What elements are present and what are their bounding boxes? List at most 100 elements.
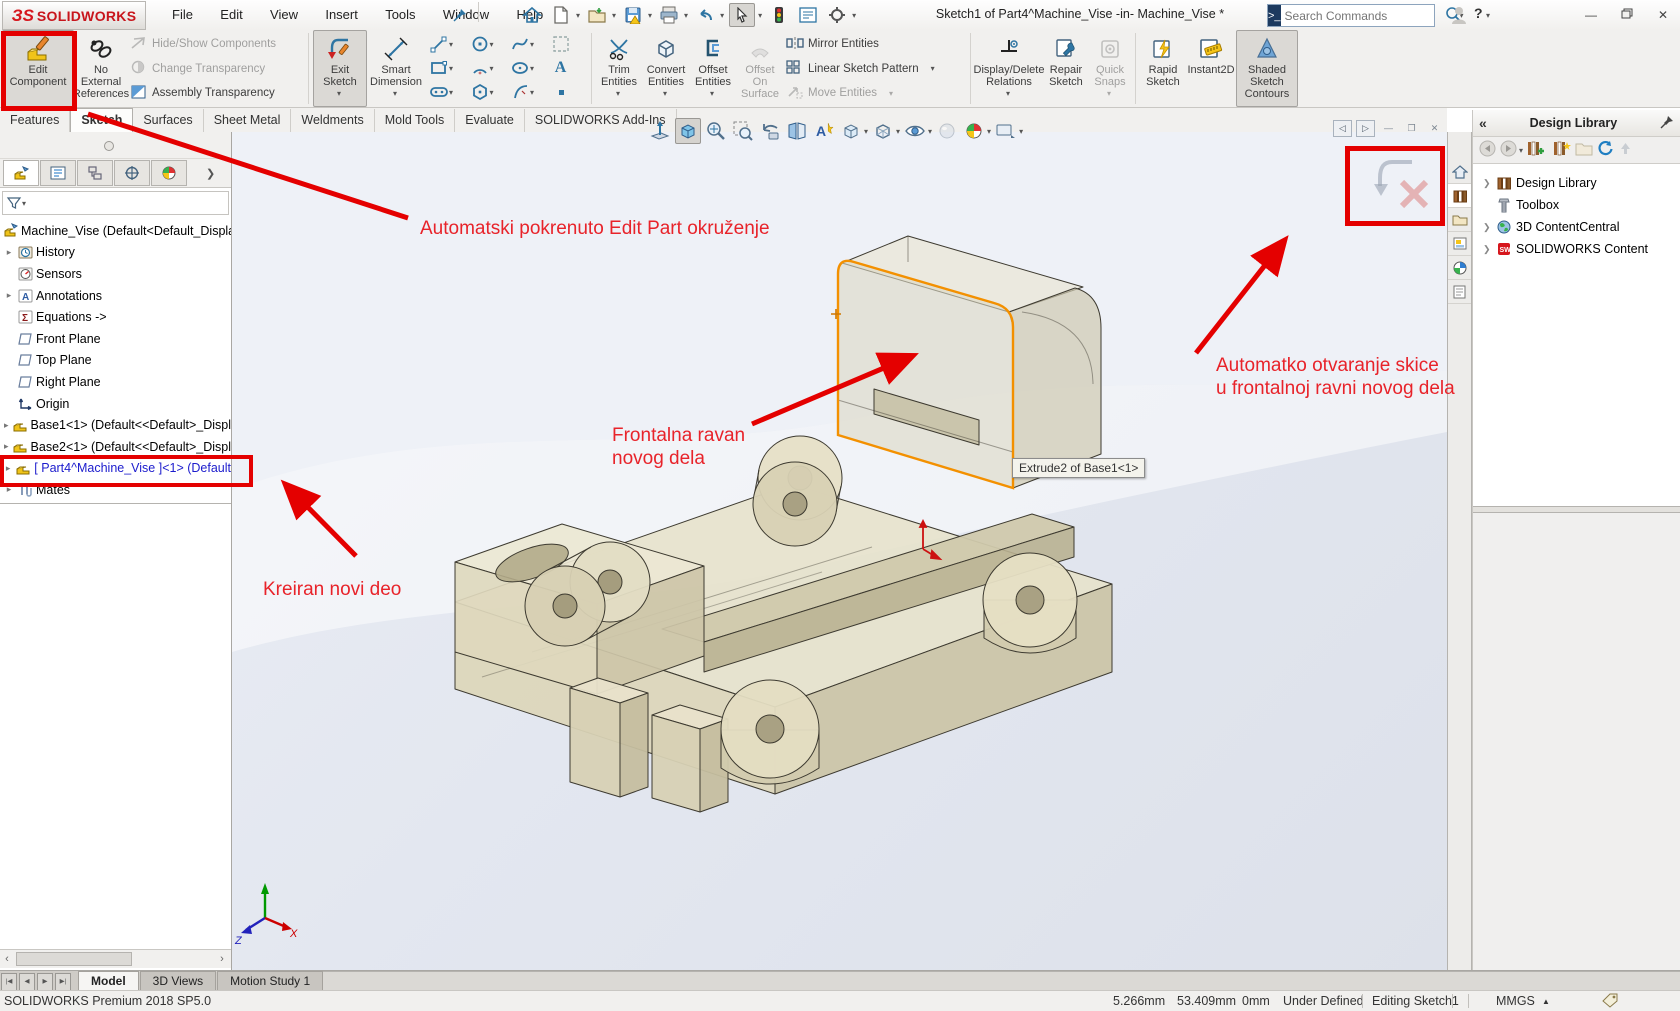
- home-icon[interactable]: [520, 4, 544, 26]
- linear-sketch-pattern-button[interactable]: Linear Sketch Pattern ▾: [786, 59, 964, 79]
- spline-dropdown-icon[interactable]: ▾: [530, 40, 534, 49]
- minimize-window-icon[interactable]: —: [1578, 6, 1604, 24]
- tree-item-history[interactable]: ▸History: [0, 242, 231, 264]
- restore-window-icon[interactable]: [1614, 6, 1640, 24]
- expander-icon[interactable]: ❯: [1483, 222, 1492, 233]
- trim-entities-button[interactable]: Trim Entities ▾: [596, 30, 642, 107]
- ellipse-dropdown-icon[interactable]: ▾: [530, 64, 534, 73]
- tree-filter-row[interactable]: ▾: [2, 191, 229, 215]
- tab-surfaces[interactable]: Surfaces: [133, 109, 203, 132]
- line-dropdown-icon[interactable]: ▾: [449, 40, 453, 49]
- hide-show-items-icon[interactable]: [903, 119, 927, 143]
- expander-icon[interactable]: ❯: [1483, 178, 1492, 189]
- exit-sketch-dropdown-icon[interactable]: ▾: [337, 88, 341, 100]
- hide-show-dropdown-icon[interactable]: ▾: [928, 127, 932, 136]
- edit-appearance-icon[interactable]: [935, 119, 959, 143]
- open-dropdown-icon[interactable]: ▾: [612, 11, 616, 20]
- offset-dropdown-icon[interactable]: ▾: [710, 88, 714, 100]
- assembly-transparency-button[interactable]: Assembly Transparency: [130, 83, 302, 103]
- display-manager-tab[interactable]: [151, 160, 187, 186]
- left-panel-h-scrollbar[interactable]: ‹ ›: [0, 949, 231, 968]
- display-delete-relations-button[interactable]: Display/Delete Relations ▾: [975, 30, 1043, 107]
- menu-insert[interactable]: Insert: [313, 0, 370, 29]
- text-tool-icon[interactable]: A: [549, 56, 573, 80]
- tree-item-base1[interactable]: ▸Base1<1> (Default<<Default>_Displ: [0, 414, 231, 436]
- expander-icon[interactable]: ❯: [1483, 244, 1492, 255]
- search-commands-box[interactable]: >_ ▾: [1267, 4, 1435, 27]
- slot-dropdown-icon[interactable]: ▾: [449, 88, 453, 97]
- help-dropdown-icon[interactable]: ▾: [1486, 11, 1490, 20]
- tab-model[interactable]: Model: [78, 971, 139, 991]
- circle-dropdown-icon[interactable]: ▾: [490, 40, 494, 49]
- undo-icon[interactable]: [693, 4, 717, 26]
- pane-right-icon[interactable]: ▷: [1356, 120, 1375, 137]
- instant2d-button[interactable]: Instant2D: [1186, 30, 1236, 107]
- view-settings-dropdown-icon[interactable]: ▾: [1019, 127, 1023, 136]
- zoom-to-fit-icon[interactable]: [675, 118, 701, 144]
- prev-study-icon[interactable]: ◀: [19, 973, 35, 991]
- add-to-library-icon[interactable]: [1527, 140, 1547, 160]
- expander-icon[interactable]: ▸: [4, 247, 14, 258]
- window-select-zoom-icon[interactable]: [731, 119, 755, 143]
- tag-icon[interactable]: [1602, 993, 1619, 1011]
- scrollbar-thumb[interactable]: [16, 952, 132, 966]
- trim-dropdown-icon[interactable]: ▾: [616, 88, 620, 100]
- view-plane-arrow-icon[interactable]: [648, 119, 672, 143]
- open-icon[interactable]: [585, 4, 609, 26]
- doc-restore-icon[interactable]: ❐: [1402, 120, 1421, 137]
- tab-sheet-metal[interactable]: Sheet Metal: [204, 109, 292, 132]
- tab-weldments[interactable]: Weldments: [291, 109, 374, 132]
- tree-item-origin[interactable]: Origin: [0, 393, 231, 415]
- print-dropdown-icon[interactable]: ▾: [684, 11, 688, 20]
- panel-splitter-knob[interactable]: [104, 141, 114, 151]
- save-dropdown-icon[interactable]: ▾: [648, 11, 652, 20]
- polygon-tool-icon[interactable]: [468, 80, 492, 104]
- rectangle-tool-icon[interactable]: [427, 56, 451, 80]
- custom-properties-tab-icon[interactable]: [1448, 280, 1471, 304]
- arc-dropdown-icon[interactable]: ▾: [490, 64, 494, 73]
- last-study-icon[interactable]: ▶|: [55, 973, 71, 991]
- view-palette-tab-icon[interactable]: [1448, 232, 1471, 256]
- tree-item-equations[interactable]: ΣEquations ->: [0, 306, 231, 328]
- tab-mold-tools[interactable]: Mold Tools: [375, 109, 456, 132]
- view-settings-icon[interactable]: [994, 119, 1018, 143]
- display-style-icon[interactable]: [871, 119, 895, 143]
- expander-icon[interactable]: ▸: [4, 420, 9, 431]
- save-icon[interactable]: [621, 4, 645, 26]
- slot-tool-icon[interactable]: [427, 80, 451, 104]
- scroll-right-icon[interactable]: ›: [215, 953, 229, 965]
- design-library-tab-icon[interactable]: [1448, 184, 1471, 208]
- new-document-icon[interactable]: [549, 4, 573, 26]
- appearances-tab-icon[interactable]: [1448, 256, 1471, 280]
- pane-item-solidworks-content[interactable]: ❯SWSOLIDWORKS Content: [1473, 238, 1680, 260]
- doc-minimize-icon[interactable]: —: [1379, 120, 1398, 137]
- tab-motion-study-1[interactable]: Motion Study 1: [217, 971, 323, 991]
- smart-dimension-dropdown-icon[interactable]: ▾: [393, 88, 397, 100]
- previous-view-icon[interactable]: [758, 119, 782, 143]
- help-button[interactable]: ?: [1474, 5, 1483, 21]
- pane-item-design-library[interactable]: ❯Design Library: [1473, 172, 1680, 194]
- shaded-sketch-contours-button[interactable]: Shaded Sketch Contours: [1236, 30, 1298, 107]
- settings-gear-icon[interactable]: [825, 4, 849, 26]
- feature-manager-tab[interactable]: [3, 160, 39, 186]
- rebuild-traffic-light-icon[interactable]: [767, 4, 791, 26]
- panel-tabs-more-icon[interactable]: ❯: [206, 167, 215, 180]
- file-explorer-tab-icon[interactable]: [1448, 208, 1471, 232]
- tab-features[interactable]: Features: [0, 109, 70, 132]
- fillet-dropdown-icon[interactable]: ▾: [530, 88, 534, 97]
- rapid-sketch-button[interactable]: Rapid Sketch: [1140, 30, 1186, 107]
- relations-dropdown-icon[interactable]: ▾: [1006, 88, 1010, 100]
- tree-item-annotations[interactable]: ▸AAnnotations: [0, 285, 231, 307]
- history-dropdown-icon[interactable]: ▾: [1519, 146, 1523, 155]
- back-icon[interactable]: [1479, 140, 1496, 160]
- spline-tool-icon[interactable]: [508, 32, 532, 56]
- options-list-icon[interactable]: [796, 4, 820, 26]
- view-orientation-dropdown-icon[interactable]: ▾: [864, 127, 868, 136]
- configuration-manager-tab[interactable]: [77, 160, 113, 186]
- line-tool-icon[interactable]: [427, 32, 451, 56]
- mirror-entities-button[interactable]: Mirror Entities: [786, 34, 964, 54]
- pattern-dropdown-icon[interactable]: ▾: [931, 64, 935, 73]
- point-tool-icon[interactable]: [549, 80, 573, 104]
- section-view-icon[interactable]: [785, 119, 809, 143]
- no-external-references-button[interactable]: No External References: [74, 30, 128, 107]
